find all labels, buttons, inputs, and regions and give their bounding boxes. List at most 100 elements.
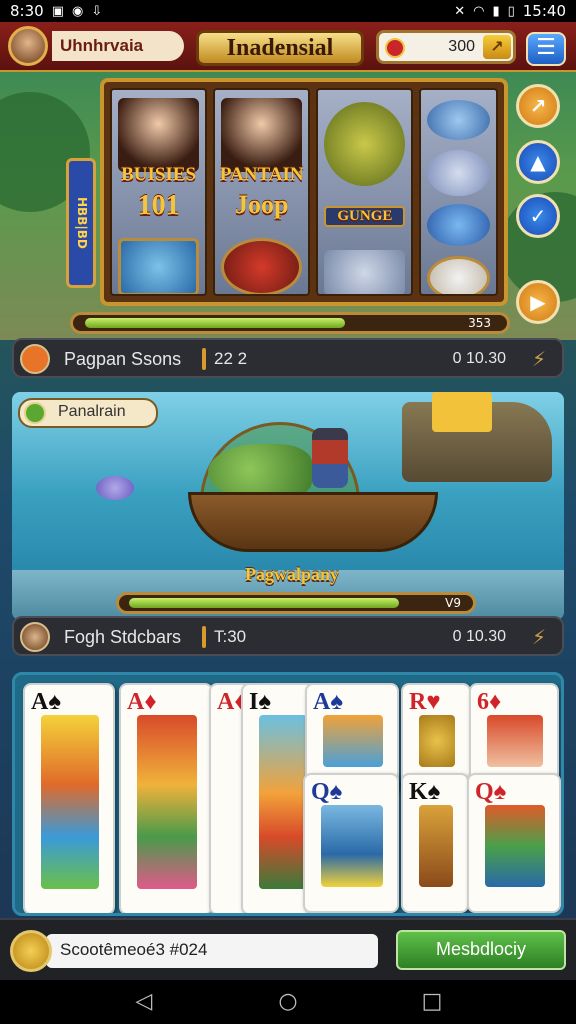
slot-progress-value: 353	[468, 316, 491, 330]
chat-field[interactable]: Scootêmeoé3 #024	[46, 934, 378, 968]
scene-progress-value: V9	[445, 596, 461, 610]
slot-progress-bar: 353	[70, 312, 510, 334]
frog-fish-symbol	[324, 102, 406, 186]
pay-button[interactable]: ↗	[516, 84, 560, 128]
recent-apps-icon[interactable]: □	[418, 988, 446, 1016]
card-rank: Q♠	[311, 779, 343, 805]
wifi-icon: ◠	[473, 3, 485, 19]
info-count: T:30	[214, 627, 247, 646]
action-button[interactable]: Mesbdlociy	[396, 930, 566, 970]
fisherman-avatar	[20, 622, 50, 652]
bow-symbol	[427, 256, 490, 294]
coin-card-art	[419, 715, 455, 767]
menu-button[interactable]: ☰	[526, 32, 566, 66]
player-avatar[interactable]	[8, 26, 48, 66]
confirm-button[interactable]: ✓	[516, 194, 560, 238]
info-bar-slots[interactable]: Pagpan Ssons 22 2 0 10.30 ⚡	[12, 338, 564, 378]
fish-card-art	[259, 715, 307, 889]
scene-progress-bar: V9	[116, 592, 476, 614]
ship-sail	[432, 392, 492, 432]
boost-icon[interactable]: ⚡	[528, 626, 550, 648]
card-rank: 6♦	[477, 689, 502, 715]
add-coins-button[interactable]: ↗	[483, 35, 511, 59]
coin-balance: 300 ↗	[376, 30, 516, 64]
reel-2: PANTAIN Joop	[213, 88, 311, 296]
app-icon: ◉	[71, 3, 84, 19]
reel-1-label-bottom: 101	[137, 190, 180, 221]
slot-side-tag: HBB|BD	[66, 158, 96, 288]
reel-2-label-top: PANTAIN	[219, 164, 304, 185]
scene-progress-fill	[129, 598, 399, 608]
home-icon[interactable]: ○	[274, 988, 302, 1016]
bet-up-button[interactable]: ▲	[516, 140, 560, 184]
info-bar-fishing[interactable]: Fogh Stdcbars T:30 0 10.30 ⚡	[12, 616, 564, 656]
slot-progress-fill	[85, 318, 345, 328]
phone-icon	[20, 344, 50, 374]
status-time-left: 8:30	[10, 2, 44, 20]
info-title: Fogh Stdcbars	[64, 627, 182, 647]
spin-button[interactable]: ▶	[516, 280, 560, 324]
woman-portrait-symbol	[221, 98, 303, 172]
reel-3-label: GUNGE	[324, 206, 406, 227]
coin-amount: 300	[448, 38, 475, 55]
info-title: Pagpan Ssons	[64, 349, 182, 369]
divider	[202, 626, 206, 648]
reel-2-label-bottom: Joop	[235, 190, 289, 219]
reel-3: GUNGE	[316, 88, 414, 296]
info-score: 0 10.30	[452, 628, 506, 645]
top-header: Uhnhrvaia Inadensial 300 ↗ ☰	[0, 22, 576, 72]
slot-machine-section: HBB|BD BUISIES 101 PANTAIN Joop GUNGE ↗ …	[0, 72, 576, 340]
info-count: 22 2	[214, 349, 248, 368]
status-time-right: 15:40	[522, 2, 566, 20]
scene-caption: Pagwalpany	[244, 564, 340, 584]
pufferfish-symbol	[427, 150, 490, 196]
blue-fish-symbol	[427, 204, 490, 246]
card-rank: A♦	[127, 689, 157, 715]
card-rank: K♠	[409, 779, 441, 805]
mute-icon: ✕	[454, 3, 466, 19]
small-fish	[96, 476, 134, 500]
woman-portrait-symbol	[118, 98, 200, 172]
fishing-scene[interactable]: Panalrain Pagwalpany V9	[12, 392, 564, 620]
card-hand: A♠ A♦ A♦ I♠ A♠ R♥ 6♦ Q♠	[12, 672, 564, 916]
king-card-art	[419, 805, 453, 887]
boat	[188, 492, 438, 552]
card-rank: A♠	[313, 689, 344, 715]
card-rank: I♠	[249, 689, 272, 715]
fish-card-art	[41, 715, 99, 889]
reel-1-label-top: BUISIES	[121, 164, 197, 185]
playing-card[interactable]: Q♠	[303, 773, 399, 913]
info-icon	[24, 402, 46, 424]
blue-fish-symbol	[427, 100, 490, 140]
queen-card-art	[487, 715, 543, 767]
gem-icon	[385, 38, 405, 58]
crab-symbol	[221, 238, 303, 294]
playing-card[interactable]: A♦	[119, 683, 213, 913]
slot-reels[interactable]: BUISIES 101 PANTAIN Joop GUNGE	[100, 78, 508, 306]
scene-tag[interactable]: Panalrain	[18, 398, 158, 428]
playing-card[interactable]: A♠	[23, 683, 115, 913]
boost-icon[interactable]: ⚡	[528, 348, 550, 370]
fish-card-art	[485, 805, 545, 887]
silver-fish-symbol	[324, 250, 406, 294]
signal-icon: ▮	[492, 3, 500, 19]
download-icon: ⇩	[91, 3, 103, 19]
bottom-bar: Scootêmeoé3 #024 Mesbdlociy	[0, 918, 576, 980]
system-nav-bar: ◁ ○ □	[0, 980, 576, 1024]
game-screen: 8:30 ▣ ◉ ⇩ ✕ ◠ ▮ ▯ 15:40 Uhnhrvaia Inade…	[0, 0, 576, 1024]
playing-card[interactable]: K♠	[401, 773, 469, 913]
playing-card[interactable]: Q♠	[467, 773, 561, 913]
gold-coin-icon[interactable]	[10, 930, 52, 972]
divider	[202, 348, 206, 370]
info-score: 0 10.30	[452, 350, 506, 367]
scene-tag-label: Panalrain	[58, 403, 126, 420]
fish-card-art	[323, 715, 383, 767]
fisherman	[312, 428, 348, 488]
back-icon[interactable]: ◁	[130, 988, 158, 1016]
reel-1: BUISIES 101	[110, 88, 208, 296]
game-title: Inadensial	[196, 30, 364, 66]
card-rank: R♥	[409, 689, 441, 715]
notification-icon: ▣	[51, 3, 64, 19]
player-name: Uhnhrvaia	[52, 31, 184, 61]
card-rank: Q♠	[475, 779, 507, 805]
